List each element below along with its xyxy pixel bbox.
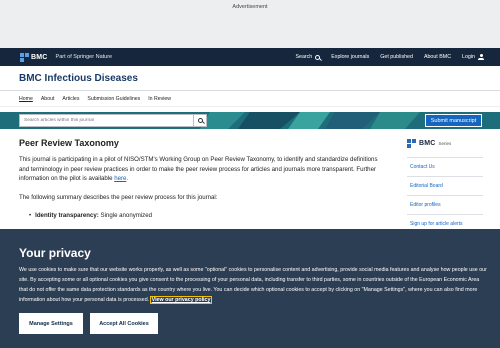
search-icon xyxy=(197,118,203,123)
summary-paragraph: The following summary describes the peer… xyxy=(19,193,218,201)
submit-manuscript-button[interactable]: Submit manuscript xyxy=(425,114,482,127)
series-label: Series xyxy=(438,141,452,146)
privacy-banner: Your privacy We use cookies to make sure… xyxy=(0,229,500,348)
search-icon xyxy=(315,54,321,60)
privacy-policy-link[interactable]: View our privacy policy xyxy=(149,296,213,304)
nav-get-published[interactable]: Get published xyxy=(380,54,413,60)
list-item: • Identity transparency: Single anonymiz… xyxy=(29,211,389,220)
search-input[interactable] xyxy=(20,115,193,126)
sidebar-link-contact-us[interactable]: Contact Us xyxy=(407,157,483,176)
sidebar-link-editorial-board[interactable]: Editorial Board xyxy=(407,176,483,195)
subnav-home[interactable]: Home xyxy=(19,96,33,102)
subnav-articles[interactable]: Articles xyxy=(62,96,79,102)
page-title: Peer Review Taxonomy xyxy=(19,138,119,148)
page: Advertisement BMC Part of Springer Natur… xyxy=(0,0,500,348)
nav-about-bmc[interactable]: About BMC xyxy=(424,54,451,60)
nav-get-published-label: Get published xyxy=(380,54,413,60)
main-content: Peer Review Taxonomy This journal is par… xyxy=(19,138,389,220)
privacy-title: Your privacy xyxy=(19,246,91,260)
intro-end: . xyxy=(126,175,129,182)
bmc-logo-text: BMC xyxy=(31,53,48,61)
bmc-series-logo[interactable]: BMC Series xyxy=(407,138,483,149)
bmc-mark-icon xyxy=(407,139,416,148)
nav-search-label: Search xyxy=(295,54,313,60)
review-summary-list: • Identity transparency: Single anonymiz… xyxy=(19,211,389,220)
bmc-logo[interactable]: BMC xyxy=(20,52,48,62)
pilot-info-link[interactable]: here xyxy=(114,175,126,182)
search-button[interactable] xyxy=(193,115,206,126)
intro-paragraph: This journal is participating in a pilot… xyxy=(19,155,389,184)
nav-explore-journals[interactable]: Explore journals xyxy=(331,54,369,60)
global-nav: BMC Part of Springer Nature Search Explo… xyxy=(0,48,500,66)
nav-login-label: Login xyxy=(462,54,475,60)
sidebar: BMC Series Contact Us Editorial Board Ed… xyxy=(407,138,483,233)
nav-explore-journals-label: Explore journals xyxy=(331,54,370,60)
nav-search[interactable]: Search xyxy=(295,54,321,60)
bullet-value: Single anonymized xyxy=(100,212,153,219)
search-band: Submit manuscript xyxy=(0,112,500,129)
subnav-about[interactable]: About xyxy=(41,96,55,102)
manage-settings-button[interactable]: Manage Settings xyxy=(19,313,83,334)
nav-login[interactable]: Login xyxy=(462,54,484,60)
advertisement-area: Advertisement xyxy=(0,0,500,48)
journal-header: BMC Infectious Diseases xyxy=(0,66,500,91)
bullet-label: Identity transparency: xyxy=(35,212,99,219)
privacy-actions: Manage Settings Accept All Cookies xyxy=(19,313,482,334)
bmc-series-logo-text: BMC xyxy=(419,140,436,147)
privacy-text: We use cookies to make sure that our web… xyxy=(19,265,489,305)
nav-about-bmc-label: About BMC xyxy=(423,54,452,60)
journal-title[interactable]: BMC Infectious Diseases xyxy=(19,73,138,84)
user-icon xyxy=(478,54,484,60)
springer-nature-link[interactable]: Part of Springer Nature xyxy=(56,54,113,60)
subnav-submission-guidelines[interactable]: Submission Guidelines xyxy=(87,96,140,102)
journal-subnav: Home About Articles Submission Guideline… xyxy=(0,91,500,107)
subnav-in-review[interactable]: In Review xyxy=(148,96,171,102)
privacy-body: We use cookies to make sure that our web… xyxy=(19,267,487,303)
sidebar-link-editor-profiles[interactable]: Editor profiles xyxy=(407,195,483,214)
intro-text: This journal is participating in a pilot… xyxy=(19,156,378,182)
bmc-mark-icon xyxy=(20,52,29,62)
bullet-dot: • xyxy=(29,212,32,219)
advertisement-label: Advertisement xyxy=(232,4,268,10)
accept-all-cookies-button[interactable]: Accept All Cookies xyxy=(90,313,158,334)
journal-search xyxy=(19,114,207,127)
global-nav-menu: Search Explore journals Get published Ab… xyxy=(295,54,484,60)
